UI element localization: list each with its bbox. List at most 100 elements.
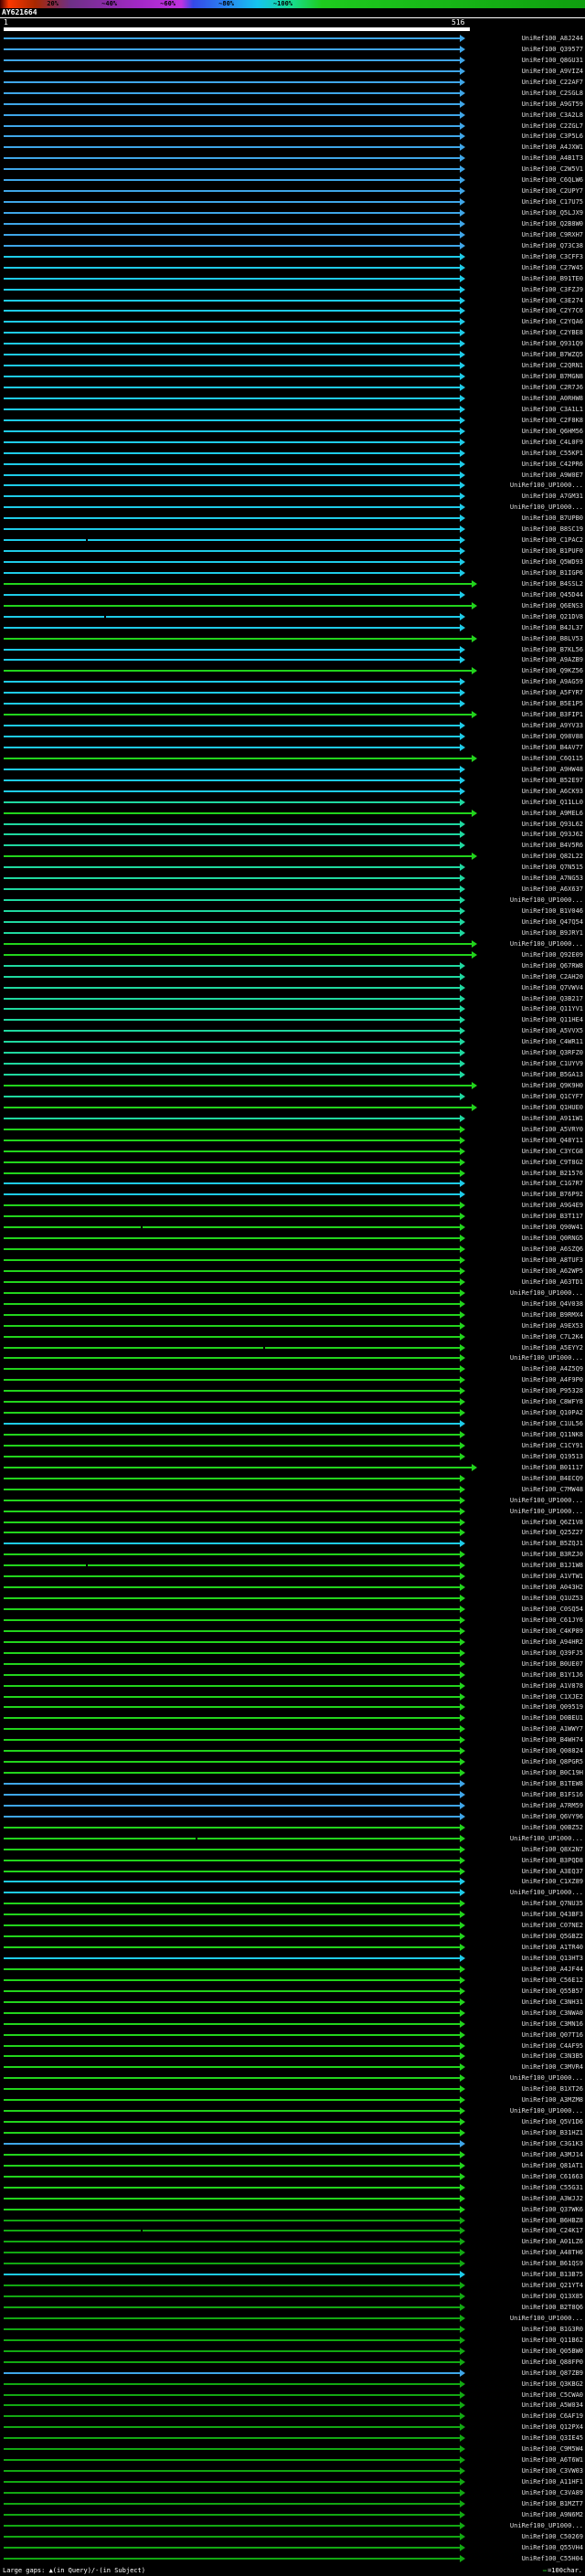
hit-bar[interactable]: [4, 681, 460, 683]
hit-row[interactable]: UniRef100_A5VVX5: [0, 1025, 585, 1036]
hit-label[interactable]: UniRef100_Q93J62: [522, 831, 583, 838]
hit-label[interactable]: UniRef100_B01117: [522, 1464, 583, 1471]
hit-label[interactable]: UniRef100_Q55B57: [522, 1988, 583, 1995]
hit-row[interactable]: UniRef100_C2AH20: [0, 971, 585, 982]
hit-row[interactable]: UniRef100_Q1UZ53: [0, 1593, 585, 1604]
hit-row[interactable]: UniRef100_A7RM59: [0, 1800, 585, 1811]
hit-row[interactable]: UniRef100_C1G7R7: [0, 1178, 585, 1189]
hit-label[interactable]: UniRef100_A6X637: [522, 885, 583, 893]
hit-row[interactable]: UniRef100_Q55B57: [0, 1986, 585, 1997]
hit-row[interactable]: UniRef100_A7NG53: [0, 873, 585, 884]
hit-bar[interactable]: [4, 2012, 460, 2014]
hit-row[interactable]: UniRef100_B5E1P5: [0, 698, 585, 709]
hit-row[interactable]: UniRef100_B7UPB0: [0, 513, 585, 524]
hit-bar[interactable]: [4, 910, 460, 912]
hit-label[interactable]: UniRef100_UP1000...: [510, 2315, 583, 2322]
hit-bar[interactable]: [4, 2066, 460, 2068]
hit-row[interactable]: UniRef100_Q47Q54: [0, 917, 585, 928]
hit-label[interactable]: UniRef100_A043H2: [522, 1584, 583, 1591]
hit-label[interactable]: UniRef100_Q98V88: [522, 733, 583, 740]
hit-row[interactable]: UniRef100_Q73C38: [0, 240, 585, 251]
hit-label[interactable]: UniRef100_D0BEU1: [522, 1714, 583, 1722]
hit-bar[interactable]: [4, 2339, 460, 2341]
hit-label[interactable]: UniRef100_Q6VY96: [522, 1813, 583, 1820]
hit-bar[interactable]: [4, 2132, 460, 2134]
hit-row[interactable]: UniRef100_UP1000...: [0, 1288, 585, 1299]
hit-label[interactable]: UniRef100_B21576: [522, 1170, 583, 1177]
hit-label[interactable]: UniRef100_Q05BW0: [522, 2348, 583, 2355]
hit-label[interactable]: UniRef100_Q1CYF7: [522, 1093, 583, 1100]
hit-row[interactable]: UniRef100_C2SGL8: [0, 88, 585, 99]
hit-row[interactable]: UniRef100_C55G31: [0, 2182, 585, 2193]
hit-label[interactable]: UniRef100_C3NH31: [522, 1998, 583, 2006]
hit-bar[interactable]: [4, 1412, 460, 1414]
hit-label[interactable]: UniRef100_A4Z5Q9: [522, 1365, 583, 1373]
hit-row[interactable]: UniRef100_A5EYY2: [0, 1342, 585, 1353]
hit-row[interactable]: UniRef100_A5W034: [0, 2400, 585, 2411]
hit-bar[interactable]: [4, 2154, 460, 2156]
hit-row[interactable]: UniRef100_C55KP1: [0, 448, 585, 459]
hit-label[interactable]: UniRef100_Q1HUE0: [522, 1104, 583, 1111]
hit-row[interactable]: UniRef100_C4L0F9: [0, 437, 585, 448]
hit-row[interactable]: UniRef100_A4JXW1: [0, 142, 585, 153]
hit-label[interactable]: UniRef100_B1G3R0: [522, 2326, 583, 2333]
hit-row[interactable]: UniRef100_C27W45: [0, 262, 585, 273]
hit-label[interactable]: UniRef100_C55G31: [522, 2184, 583, 2191]
hit-label[interactable]: UniRef100_C56E12: [522, 1977, 583, 1984]
hit-bar[interactable]: [4, 2404, 460, 2406]
hit-row[interactable]: UniRef100_C07NE2: [0, 1920, 585, 1931]
hit-label[interactable]: UniRef100_B61QS9: [522, 2260, 583, 2267]
hit-row[interactable]: UniRef100_Q3RFZ0: [0, 1047, 585, 1058]
hit-label[interactable]: UniRef100_Q11B62: [522, 2337, 583, 2344]
hit-bar[interactable]: [4, 1739, 460, 1741]
hit-bar[interactable]: [4, 790, 460, 792]
hit-bar[interactable]: [4, 1794, 460, 1796]
hit-row[interactable]: UniRef100_C3P5L6: [0, 131, 585, 142]
hit-row[interactable]: UniRef100_Q8X2N7: [0, 1844, 585, 1855]
hit-row[interactable]: UniRef100_B1TEW8: [0, 1778, 585, 1789]
hit-row[interactable]: UniRef100_C1XJE2: [0, 1691, 585, 1702]
hit-row[interactable]: UniRef100_Q11B62: [0, 2335, 585, 2346]
hit-bar[interactable]: [4, 1226, 460, 1228]
hit-bar[interactable]: [4, 1074, 460, 1076]
hit-row[interactable]: UniRef100_Q5V1D6: [0, 2116, 585, 2127]
hit-bar[interactable]: [4, 976, 460, 978]
hit-bar[interactable]: [4, 1619, 460, 1621]
hit-bar[interactable]: [4, 888, 460, 890]
hit-label[interactable]: UniRef100_B4AV77: [522, 744, 583, 751]
hit-row[interactable]: UniRef100_Q13X85: [0, 2291, 585, 2302]
hit-bar[interactable]: [4, 1357, 460, 1359]
hit-row[interactable]: UniRef100_C3VW03: [0, 2465, 585, 2476]
hit-bar[interactable]: [4, 769, 460, 770]
hit-label[interactable]: UniRef100_B7KL56: [522, 646, 583, 653]
hit-bar[interactable]: [4, 146, 460, 148]
hit-row[interactable]: UniRef100_B4AV77: [0, 742, 585, 753]
hit-bar[interactable]: [4, 408, 460, 410]
hit-label[interactable]: UniRef100_UP1000...: [510, 1835, 583, 1842]
hit-label[interactable]: UniRef100_C07NE2: [522, 1922, 583, 1929]
hit-row[interactable]: UniRef100_UP1000...: [0, 938, 585, 949]
hit-bar[interactable]: [4, 2284, 460, 2286]
hit-bar[interactable]: [4, 1805, 460, 1807]
hit-label[interactable]: UniRef100_C5CWA0: [522, 2391, 583, 2399]
hit-bar[interactable]: [4, 495, 460, 497]
hit-bar[interactable]: [4, 157, 460, 159]
hit-label[interactable]: UniRef100_Q07T16: [522, 2031, 583, 2039]
hit-label[interactable]: UniRef100_C3MVR4: [522, 2063, 583, 2071]
hit-row[interactable]: UniRef100_Q6VY96: [0, 1811, 585, 1822]
hit-label[interactable]: UniRef100_Q21DV8: [522, 613, 583, 620]
hit-row[interactable]: UniRef100_Q6Z1V8: [0, 1517, 585, 1528]
hit-bar[interactable]: [4, 1979, 460, 1981]
hit-label[interactable]: UniRef100_Q43BF3: [522, 1911, 583, 1918]
hit-row[interactable]: UniRef100_Q67RW8: [0, 960, 585, 971]
hit-bar[interactable]: [4, 1935, 460, 1937]
hit-row[interactable]: UniRef100_B1G3R0: [0, 2324, 585, 2335]
hit-bar[interactable]: [4, 550, 460, 552]
hit-row[interactable]: UniRef100_C3NH31: [0, 1997, 585, 2008]
hit-bar[interactable]: [4, 1336, 460, 1338]
hit-row[interactable]: UniRef100_C55H04: [0, 2553, 585, 2564]
hit-label[interactable]: UniRef100_C7MW48: [522, 1486, 583, 1493]
hit-bar[interactable]: [4, 1750, 460, 1752]
hit-bar[interactable]: [4, 2383, 460, 2385]
hit-bar[interactable]: [4, 1871, 460, 1872]
